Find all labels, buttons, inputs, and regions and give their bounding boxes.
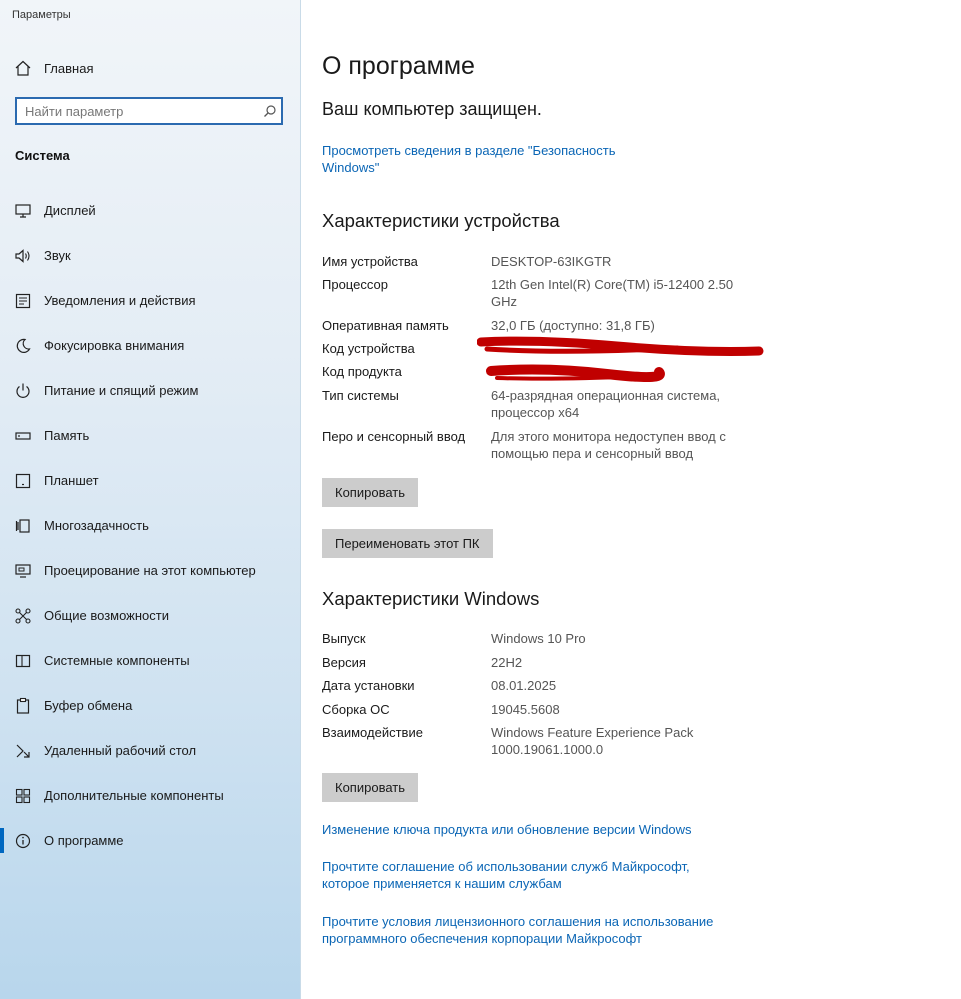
sidebar-item-notifications[interactable]: Уведомления и действия bbox=[0, 278, 300, 323]
spec-value: Windows 10 Pro bbox=[491, 631, 586, 646]
sidebar-item-label: Проецирование на этот компьютер bbox=[44, 563, 256, 578]
search-icon[interactable] bbox=[259, 104, 281, 118]
sidebar-home[interactable]: Главная bbox=[14, 56, 93, 80]
license-terms-link[interactable]: Прочтите условия лицензионного соглашени… bbox=[322, 913, 732, 947]
spec-value: 12th Gen Intel(R) Core(TM) i5-12400 2.50… bbox=[491, 277, 734, 309]
sidebar-item-label: Общие возможности bbox=[44, 608, 170, 623]
sidebar-item-display[interactable]: Дисплей bbox=[0, 188, 300, 233]
redaction-mark bbox=[477, 336, 764, 383]
device-specs-heading: Характеристики устройства bbox=[322, 210, 560, 231]
spec-key: Дата установки bbox=[322, 678, 415, 693]
sidebar-item-label: Буфер обмена bbox=[44, 698, 133, 713]
sidebar-item-label: Планшет bbox=[44, 473, 99, 488]
display-icon bbox=[13, 201, 33, 221]
spec-value: 19045.5608 bbox=[491, 702, 560, 717]
spec-row-experience: Взаимодействие Windows Feature Experienc… bbox=[322, 724, 942, 765]
spec-key: Оперативная память bbox=[322, 318, 449, 333]
notification-icon bbox=[13, 291, 33, 311]
clipboard-icon bbox=[13, 696, 33, 716]
sidebar-item-sound[interactable]: Звук bbox=[0, 233, 300, 278]
sidebar-item-label: Питание и спящий режим bbox=[44, 383, 199, 398]
sidebar-home-label: Главная bbox=[44, 60, 94, 76]
sidebar-item-label: Многозадачность bbox=[44, 518, 149, 533]
spec-key: Тип системы bbox=[322, 388, 399, 403]
optional-features-icon bbox=[13, 786, 33, 806]
spec-key: Перо и сенсорный ввод bbox=[322, 429, 466, 444]
spec-value: Для этого монитора недоступен ввод с пом… bbox=[491, 429, 726, 461]
spec-row-os-build: Сборка ОС 19045.5608 bbox=[322, 701, 942, 724]
sidebar-item-tablet[interactable]: Планшет bbox=[0, 458, 300, 503]
sidebar-item-storage[interactable]: Память bbox=[0, 413, 300, 458]
sidebar-item-multitasking[interactable]: Многозадачность bbox=[0, 503, 300, 548]
spec-row-edition: Выпуск Windows 10 Pro bbox=[322, 630, 942, 654]
sidebar-item-label: Звук bbox=[44, 248, 71, 263]
sidebar-item-label: Дополнительные компоненты bbox=[44, 788, 224, 803]
spec-key: Процессор bbox=[322, 277, 388, 292]
spec-key: Имя устройства bbox=[322, 254, 418, 269]
sidebar-item-label: Уведомления и действия bbox=[44, 293, 196, 308]
sidebar-item-optional-features[interactable]: Дополнительные компоненты bbox=[0, 773, 300, 818]
spec-row-pen-touch: Перо и сенсорный ввод Для этого монитора… bbox=[322, 428, 942, 469]
spec-key: Выпуск bbox=[322, 631, 366, 646]
sidebar-item-label: О программе bbox=[44, 833, 124, 848]
protection-status: Ваш компьютер защищен. bbox=[322, 99, 542, 119]
copy-device-specs-button[interactable]: Копировать bbox=[322, 478, 418, 507]
change-product-key-link[interactable]: Изменение ключа продукта или обновление … bbox=[322, 821, 742, 838]
sidebar-item-remote-desktop[interactable]: Удаленный рабочий стол bbox=[0, 728, 300, 773]
sidebar-item-clipboard[interactable]: Буфер обмена bbox=[0, 683, 300, 728]
moon-icon bbox=[13, 336, 33, 356]
sidebar-section-title: Система bbox=[15, 148, 70, 163]
search-input[interactable] bbox=[17, 102, 259, 120]
shared-experiences-icon bbox=[13, 606, 33, 626]
system-components-icon bbox=[13, 651, 33, 671]
sidebar-item-label: Дисплей bbox=[44, 203, 96, 218]
home-icon bbox=[15, 60, 31, 76]
spec-key: Код устройства bbox=[322, 341, 415, 356]
spec-value: 64-разрядная операционная система, проце… bbox=[491, 388, 721, 420]
info-icon bbox=[13, 831, 33, 851]
search-field[interactable] bbox=[15, 97, 283, 125]
spec-value: Windows Feature Experience Pack 1000.190… bbox=[491, 725, 694, 757]
spec-key: Код продукта bbox=[322, 364, 402, 379]
speaker-icon bbox=[13, 246, 33, 266]
windows-specs-heading: Характеристики Windows bbox=[322, 588, 540, 609]
sidebar-item-label: Память bbox=[44, 428, 90, 443]
power-icon bbox=[13, 381, 33, 401]
sidebar-item-focus-assist[interactable]: Фокусировка внимания bbox=[0, 323, 300, 368]
sidebar-item-label: Системные компоненты bbox=[44, 653, 190, 668]
multitasking-icon bbox=[13, 516, 33, 536]
windows-specs-table: Выпуск Windows 10 Pro Версия 22H2 Дата у… bbox=[322, 630, 942, 765]
spec-row-install-date: Дата установки 08.01.2025 bbox=[322, 677, 942, 701]
projection-icon bbox=[13, 561, 33, 581]
storage-icon bbox=[13, 426, 33, 446]
sidebar: Параметры Главная Система Дисплей Звук У… bbox=[0, 0, 301, 999]
sidebar-item-shared-experiences[interactable]: Общие возможности bbox=[0, 593, 300, 638]
copy-windows-specs-button[interactable]: Копировать bbox=[322, 773, 418, 802]
spec-value: 08.01.2025 bbox=[491, 678, 557, 693]
sidebar-item-label: Фокусировка внимания bbox=[44, 338, 185, 353]
spec-key: Сборка ОС bbox=[322, 702, 390, 717]
sidebar-item-about[interactable]: О программе bbox=[0, 818, 300, 863]
sidebar-item-system-components[interactable]: Системные компоненты bbox=[0, 638, 300, 683]
sidebar-item-projection[interactable]: Проецирование на этот компьютер bbox=[0, 548, 300, 593]
spec-value: 22H2 bbox=[491, 655, 523, 670]
rename-pc-button[interactable]: Переименовать этот ПК bbox=[322, 529, 493, 558]
tablet-icon bbox=[13, 471, 33, 491]
spec-row-system-type: Тип системы 64-разрядная операционная си… bbox=[322, 387, 942, 428]
sidebar-item-label: Удаленный рабочий стол bbox=[44, 743, 197, 758]
window-title: Параметры bbox=[12, 9, 71, 21]
spec-row-device-name: Имя устройства DESKTOP-63IKGTR bbox=[322, 253, 942, 276]
spec-row-processor: Процессор 12th Gen Intel(R) Core(TM) i5-… bbox=[322, 276, 942, 317]
sidebar-item-power[interactable]: Питание и спящий режим bbox=[0, 368, 300, 413]
spec-key: Взаимодействие bbox=[322, 725, 423, 740]
security-details-link[interactable]: Просмотреть сведения в разделе "Безопасн… bbox=[322, 142, 652, 176]
spec-value: DESKTOP-63IKGTR bbox=[491, 254, 612, 269]
page-title: О программе bbox=[322, 52, 475, 80]
spec-row-version: Версия 22H2 bbox=[322, 654, 942, 677]
remote-desktop-icon bbox=[13, 741, 33, 761]
sidebar-nav: Дисплей Звук Уведомления и действия Фоку… bbox=[0, 188, 300, 863]
spec-key: Версия bbox=[322, 655, 366, 670]
services-agreement-link[interactable]: Прочтите соглашение об использовании слу… bbox=[322, 858, 712, 892]
